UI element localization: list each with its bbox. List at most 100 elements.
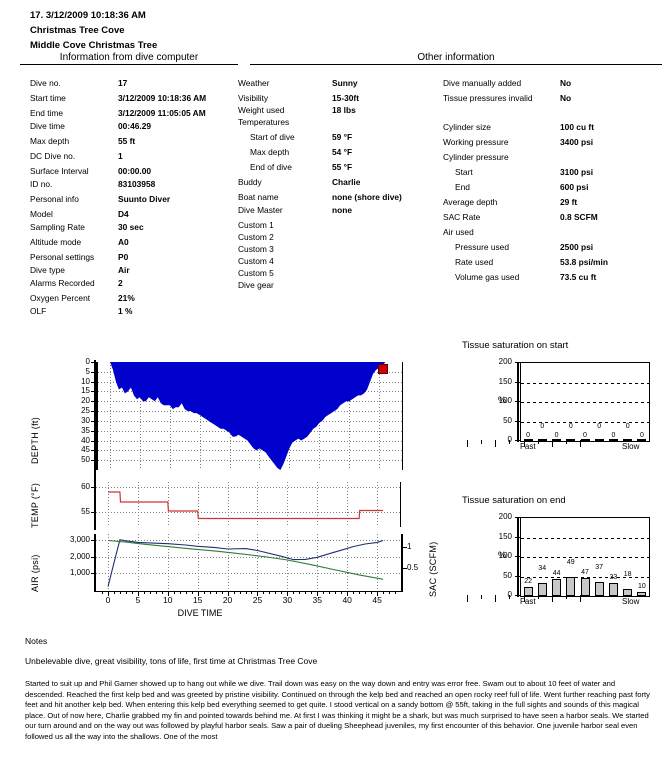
dive-time-tick-label: 15 bbox=[192, 595, 203, 605]
info-value: 55 °F bbox=[332, 162, 353, 172]
info-value: 2500 psi bbox=[560, 242, 594, 252]
info-row: Dive time 00:46.29 bbox=[30, 121, 235, 136]
info-row: Dive no. 17 bbox=[30, 78, 235, 93]
dive-time-minor-tick bbox=[269, 592, 271, 594]
info-row: Custom 1 bbox=[238, 220, 438, 232]
dive-time-minor-tick bbox=[173, 592, 175, 594]
info-value: none bbox=[332, 205, 353, 215]
info-value: 3/12/2009 10:18:36 AM bbox=[118, 93, 207, 103]
dive-time-tick-label: 25 bbox=[252, 595, 263, 605]
info-label: Custom 3 bbox=[238, 244, 274, 254]
tissue-tick-label: 50 bbox=[503, 570, 512, 580]
tissue-x-tick bbox=[466, 440, 468, 447]
info-label: Max depth bbox=[250, 147, 290, 157]
dive-time-minor-tick bbox=[335, 592, 337, 594]
info-row: Dive Master none bbox=[238, 205, 438, 220]
info-row: Personal settings P0 bbox=[30, 252, 235, 265]
tissue-bar-label: 0 bbox=[526, 432, 531, 439]
depth-tick-label: 20 bbox=[81, 396, 90, 406]
dive-time-minor-tick bbox=[161, 592, 163, 594]
info-label: Weight used bbox=[238, 105, 285, 115]
dive-location-name: Middle Cove Christmas Tree bbox=[30, 40, 158, 51]
info-label: Alarms Recorded bbox=[30, 278, 95, 288]
info-value: 15-30ft bbox=[332, 93, 359, 103]
info-row: Cylinder size 100 cu ft bbox=[443, 122, 658, 137]
info-label: Start bbox=[455, 167, 473, 177]
info-label: Oxygen Percent bbox=[30, 293, 91, 303]
info-label: End of dive bbox=[250, 162, 292, 172]
tissue-bar-label: 37 bbox=[595, 563, 604, 571]
air-tick-mark bbox=[91, 556, 96, 558]
tissue-tick-label: 200 bbox=[498, 357, 512, 366]
info-value: 59 °F bbox=[332, 132, 353, 142]
info-row: Oxygen Percent 21% bbox=[30, 293, 235, 306]
info-row: End time 3/12/2009 11:05:05 AM bbox=[30, 108, 235, 121]
tissue-bar bbox=[637, 592, 647, 596]
depth-tick-label: 30 bbox=[81, 415, 90, 425]
info-label: Sampling Rate bbox=[30, 222, 85, 232]
info-label: SAC Rate bbox=[443, 212, 481, 222]
info-label: Max depth bbox=[30, 136, 70, 146]
tissue-bar bbox=[623, 439, 633, 441]
info-value: 00:00.00 bbox=[118, 166, 152, 176]
info-label: Working pressure bbox=[443, 137, 509, 147]
dive-time-minor-tick bbox=[371, 592, 373, 594]
dive-time-minor-tick bbox=[359, 592, 361, 594]
tissue-x-tick bbox=[580, 440, 582, 447]
info-row: Volume gas used 73.5 cu ft bbox=[443, 272, 658, 287]
depth-tick-label: 25 bbox=[81, 406, 90, 416]
info-value: 55 ft bbox=[118, 136, 136, 146]
tissue-bar-label: 10 bbox=[637, 583, 646, 591]
air-tick-mark bbox=[91, 572, 96, 574]
tissue-bar bbox=[580, 577, 590, 596]
info-row: Rate used 53.8 psi/min bbox=[443, 257, 658, 272]
info-row: Tissue pressures invalid No bbox=[443, 93, 658, 106]
other-info-column: Weather Sunny Visibility 15-30ft Weight used… bbox=[238, 78, 438, 295]
info-row: Personal info Suunto Diver bbox=[30, 194, 235, 209]
tissue-bar bbox=[566, 439, 576, 441]
info-value: 3/12/2009 11:05:05 AM bbox=[118, 108, 206, 118]
info-value: Charlie bbox=[332, 177, 361, 187]
info-row: Custom 3 bbox=[238, 244, 438, 256]
dive-time-minor-tick bbox=[185, 592, 187, 594]
tissue-y-axis-label: % bbox=[498, 550, 507, 560]
info-row: Custom 2 bbox=[238, 232, 438, 244]
info-label: Dive no. bbox=[30, 78, 61, 88]
info-row: Surface Interval 00:00.00 bbox=[30, 166, 235, 179]
depth-profile-plot bbox=[96, 362, 403, 470]
tissue-bar bbox=[580, 439, 590, 441]
dive-time-minor-tick bbox=[275, 592, 277, 594]
dive-time-minor-tick bbox=[113, 592, 115, 594]
dive-time-minor-tick bbox=[395, 592, 397, 594]
info-value: 1 % bbox=[118, 306, 133, 316]
tissue-tick-label: 100 bbox=[498, 396, 512, 405]
tissue-bar-label: 0 bbox=[568, 423, 573, 430]
dive-time-tick-label: 0 bbox=[105, 595, 111, 605]
tissue-grid-line bbox=[521, 557, 649, 558]
air-tick-label: 2,000 bbox=[69, 551, 90, 561]
depth-tick-label: 35 bbox=[81, 425, 90, 435]
info-label: Custom 1 bbox=[238, 220, 274, 230]
dive-time-tick-mark bbox=[107, 592, 109, 596]
tissue-bar-label: 44 bbox=[552, 569, 561, 577]
depth-tick-label: 40 bbox=[81, 435, 90, 445]
depth-area-series bbox=[109, 362, 386, 470]
info-row: Start 3100 psi bbox=[443, 167, 658, 182]
info-value: 0.8 SCFM bbox=[560, 212, 598, 222]
dive-time-tick-mark bbox=[347, 592, 349, 596]
info-row: DC Dive no. 1 bbox=[30, 151, 235, 166]
tissue-bar-label: 0 bbox=[639, 432, 644, 439]
dive-time-minor-tick bbox=[383, 592, 385, 594]
dive-time-minor-tick bbox=[389, 592, 391, 594]
info-label: Cylinder size bbox=[443, 122, 491, 132]
info-row: Weight used 18 lbs bbox=[238, 105, 438, 117]
info-label: Surface Interval bbox=[30, 166, 89, 176]
sac-tick-mark bbox=[403, 567, 407, 569]
info-label: Personal info bbox=[30, 194, 79, 204]
temperature-series bbox=[108, 491, 384, 520]
info-value: 53.8 psi/min bbox=[560, 257, 608, 267]
info-label: Altitude mode bbox=[30, 237, 82, 247]
info-value: 1 bbox=[118, 151, 123, 161]
info-value: Air bbox=[118, 265, 130, 275]
info-value: D4 bbox=[118, 209, 129, 219]
